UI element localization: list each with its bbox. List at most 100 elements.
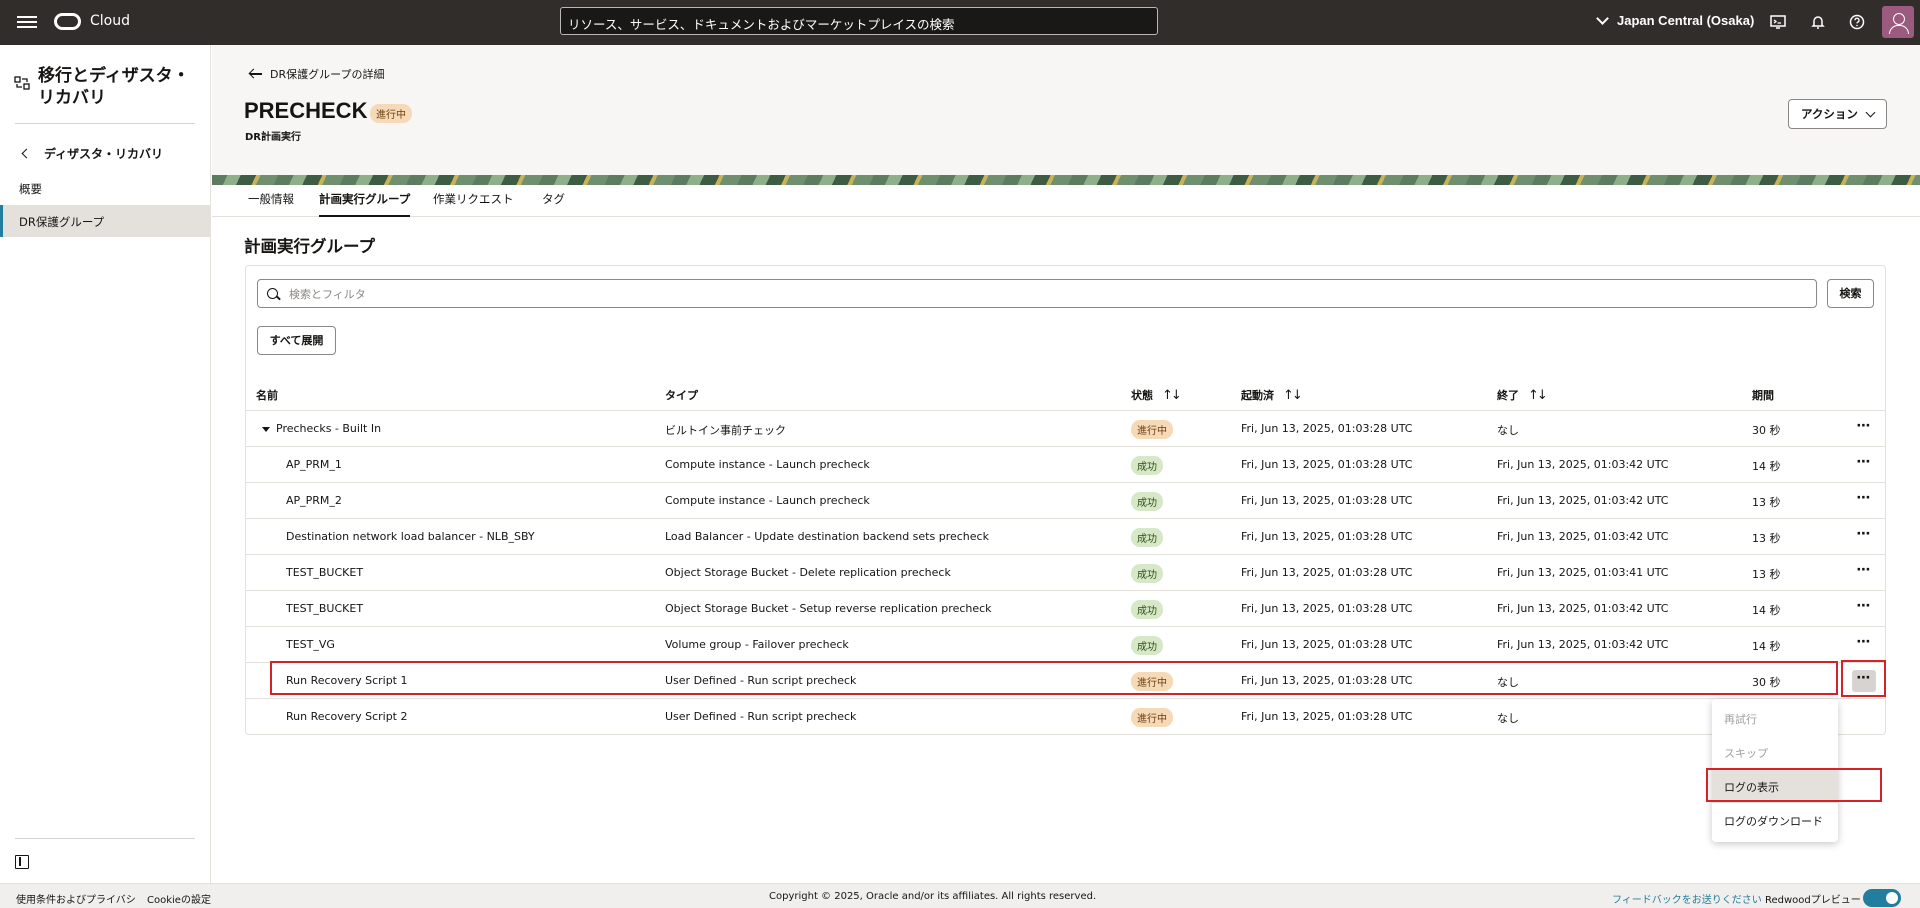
row-actions-icon[interactable]: ⋯ <box>1852 454 1876 476</box>
search-icon <box>267 288 278 299</box>
column-header-type: タイプ <box>665 389 698 402</box>
row-ended: Fri, Jun 13, 2025, 01:03:42 UTC <box>1497 494 1669 507</box>
row-duration: 14 秒 <box>1752 640 1781 653</box>
collapse-sidebar-icon[interactable] <box>15 855 29 869</box>
row-started: Fri, Jun 13, 2025, 01:03:28 UTC <box>1241 458 1413 471</box>
menu-item-view-log[interactable]: ログの表示 <box>1712 769 1838 803</box>
sidebar-item-dr-protection-groups[interactable]: DR保護グループ <box>0 205 210 237</box>
caret-down-icon[interactable] <box>262 426 270 432</box>
row-ended: なし <box>1497 676 1519 689</box>
table-row[interactable]: TEST_BUCKET Object Storage Bucket - Setu… <box>246 591 1885 627</box>
cookie-settings-link[interactable]: Cookieの設定 <box>147 891 211 906</box>
cloud-shell-icon[interactable] <box>1770 14 1786 30</box>
row-started: Fri, Jun 13, 2025, 01:03:28 UTC <box>1241 566 1413 579</box>
redwood-preview-toggle[interactable] <box>1863 889 1901 907</box>
row-actions-icon[interactable]: ⋯ <box>1852 670 1876 692</box>
row-actions-icon[interactable]: ⋯ <box>1852 490 1876 512</box>
table-row[interactable]: Run Recovery Script 1 User Defined - Run… <box>246 663 1885 699</box>
page-title: PRECHECK <box>244 98 368 123</box>
row-ended: Fri, Jun 13, 2025, 01:03:42 UTC <box>1497 602 1669 615</box>
menu-item-skip[interactable]: スキップ <box>1712 735 1838 769</box>
row-actions-icon[interactable]: ⋯ <box>1852 598 1876 620</box>
row-name: Run Recovery Script 1 <box>286 674 408 687</box>
row-state: 進行中 <box>1131 672 1173 691</box>
row-actions-icon[interactable]: ⋯ <box>1852 634 1876 656</box>
table-row[interactable]: Run Recovery Script 2 User Defined - Run… <box>246 699 1885 735</box>
row-state: 成功 <box>1131 528 1163 547</box>
row-started: Fri, Jun 13, 2025, 01:03:28 UTC <box>1241 710 1413 723</box>
row-type: Compute instance - Launch precheck <box>665 458 870 471</box>
row-type: Object Storage Bucket - Setup reverse re… <box>665 602 992 615</box>
row-name[interactable]: Prechecks - Built In <box>262 422 381 435</box>
sidebar-back-link[interactable]: ディザスタ・リカバリ <box>21 145 163 162</box>
tab-plan-execution-groups[interactable]: 計画実行グループ <box>319 191 411 217</box>
tab-tags[interactable]: タグ <box>542 191 565 215</box>
chevron-down-icon <box>1596 12 1609 25</box>
column-header-state[interactable]: 状態 ↑↓ <box>1131 387 1182 403</box>
search-filter-input[interactable]: 検索とフィルタ <box>257 279 1817 308</box>
help-icon[interactable] <box>1849 14 1865 30</box>
column-header-ended[interactable]: 終了 ↑↓ <box>1497 387 1548 403</box>
column-header-duration: 期間 <box>1752 389 1774 402</box>
status-badge: 進行中 <box>370 104 412 123</box>
row-started: Fri, Jun 13, 2025, 01:03:28 UTC <box>1241 494 1413 507</box>
row-actions-icon[interactable]: ⋯ <box>1852 562 1876 584</box>
global-search-input[interactable]: リソース、サービス、ドキュメントおよびマーケットプレイスの検索 <box>560 7 1158 35</box>
hamburger-menu-icon[interactable] <box>17 13 37 31</box>
brand-label[interactable]: Cloud <box>90 13 130 29</box>
chevron-down-icon <box>1865 107 1876 117</box>
row-ended: Fri, Jun 13, 2025, 01:03:41 UTC <box>1497 566 1669 579</box>
search-button[interactable]: 検索 <box>1827 279 1874 308</box>
sidebar-item-overview[interactable]: 概要 <box>0 172 210 204</box>
decorative-banner <box>212 175 1920 185</box>
column-header-name: 名前 <box>256 389 278 402</box>
tab-general-info[interactable]: 一般情報 <box>248 191 294 215</box>
table-row[interactable]: Prechecks - Built In ビルトイン事前チェック 進行中 Fri… <box>246 411 1885 447</box>
chevron-left-icon <box>21 148 32 159</box>
expand-all-button[interactable]: すべて展開 <box>257 326 336 355</box>
table-row[interactable]: Destination network load balancer - NLB_… <box>246 519 1885 555</box>
column-header-started[interactable]: 起動済 ↑↓ <box>1241 387 1303 403</box>
row-started: Fri, Jun 13, 2025, 01:03:28 UTC <box>1241 422 1413 435</box>
user-avatar[interactable] <box>1882 6 1914 38</box>
region-selector[interactable]: Japan Central (Osaka) <box>1596 12 1754 28</box>
terms-link[interactable]: 使用条件およびプライバシ <box>16 891 136 906</box>
sort-icon[interactable]: ↑↓ <box>1528 388 1548 403</box>
tab-work-requests[interactable]: 作業リクエスト <box>433 191 514 215</box>
row-ended: Fri, Jun 13, 2025, 01:03:42 UTC <box>1497 458 1669 471</box>
row-type: User Defined - Run script precheck <box>665 710 857 723</box>
notification-bell-icon[interactable] <box>1810 14 1826 30</box>
row-state: 成功 <box>1131 564 1163 583</box>
feedback-link[interactable]: フィードバックをお送りください <box>1612 891 1762 906</box>
table-row[interactable]: TEST_BUCKET Object Storage Bucket - Dele… <box>246 555 1885 591</box>
page-header <box>212 45 1920 175</box>
actions-button[interactable]: アクション <box>1788 99 1887 129</box>
row-duration: 14 秒 <box>1752 460 1781 473</box>
menu-item-download-log[interactable]: ログのダウンロード <box>1712 803 1838 837</box>
row-duration: 13 秒 <box>1752 568 1781 581</box>
row-state: 成功 <box>1131 600 1163 619</box>
back-link-label: DR保護グループの詳細 <box>270 68 385 81</box>
row-started: Fri, Jun 13, 2025, 01:03:28 UTC <box>1241 530 1413 543</box>
table-row[interactable]: AP_PRM_1 Compute instance - Launch prech… <box>246 447 1885 483</box>
sidebar-title: 移行とディザスタ・リカバリ <box>38 66 190 108</box>
row-actions-icon[interactable]: ⋯ <box>1852 526 1876 548</box>
row-ended: なし <box>1497 712 1519 725</box>
menu-item-retry[interactable]: 再試行 <box>1712 701 1838 735</box>
migration-icon <box>14 76 30 90</box>
row-state: 進行中 <box>1131 420 1173 439</box>
table-row[interactable]: TEST_VG Volume group - Failover precheck… <box>246 627 1885 663</box>
search-placeholder: 検索とフィルタ <box>289 287 366 301</box>
back-to-dr-group-link[interactable]: DR保護グループの詳細 <box>250 66 384 82</box>
sort-icon[interactable]: ↑↓ <box>1283 388 1303 403</box>
row-name: Run Recovery Script 2 <box>286 710 408 723</box>
sort-icon[interactable]: ↑↓ <box>1162 388 1182 403</box>
row-started: Fri, Jun 13, 2025, 01:03:28 UTC <box>1241 674 1413 687</box>
row-duration: 13 秒 <box>1752 496 1781 509</box>
row-type: User Defined - Run script precheck <box>665 674 857 687</box>
row-actions-icon[interactable]: ⋯ <box>1852 418 1876 440</box>
row-state: 進行中 <box>1131 708 1173 727</box>
left-sidebar: 移行とディザスタ・リカバリ ディザスタ・リカバリ 概要 DR保護グループ <box>0 45 211 883</box>
oracle-logo-icon[interactable] <box>54 13 81 30</box>
table-row[interactable]: AP_PRM_2 Compute instance - Launch prech… <box>246 483 1885 519</box>
